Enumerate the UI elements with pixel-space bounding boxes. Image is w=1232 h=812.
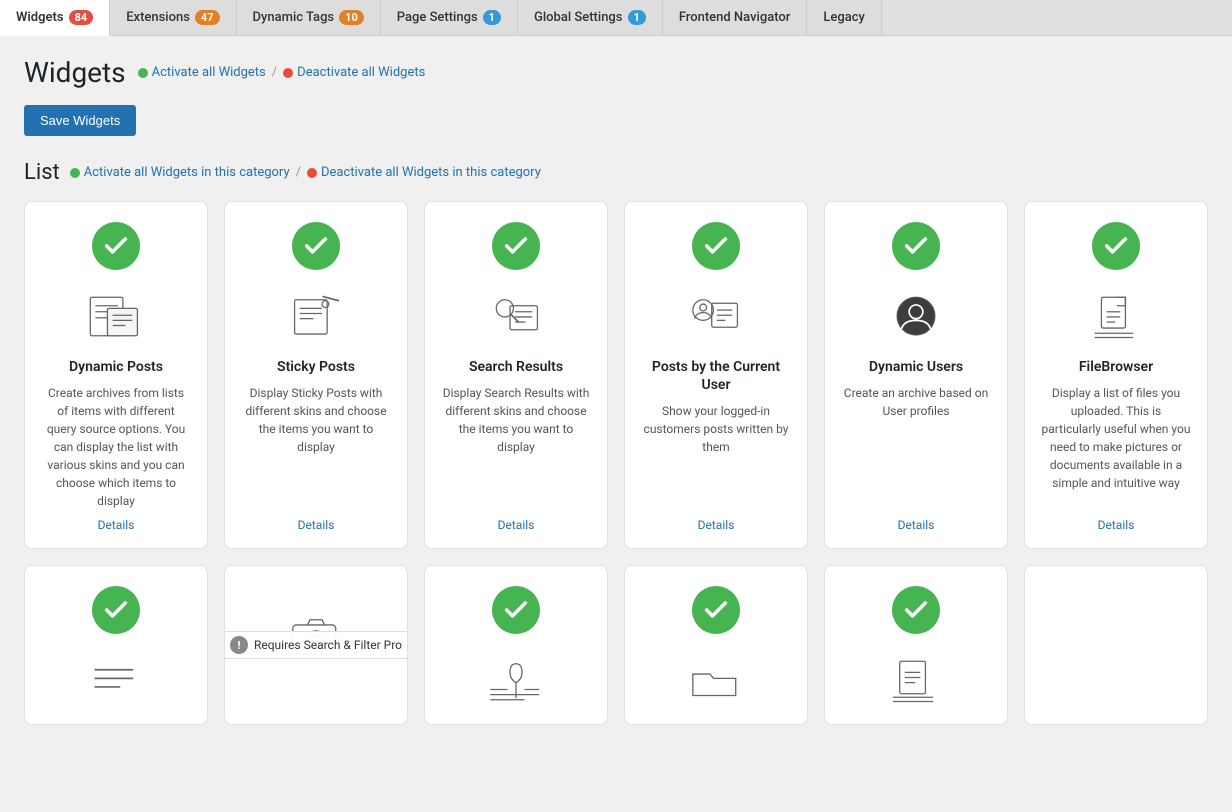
- dynamic-posts-desc: Create archives from lists of items with…: [41, 384, 191, 510]
- sticky-posts-desc: Display Sticky Posts with different skin…: [241, 384, 391, 510]
- pin-widget-icon: [481, 650, 551, 710]
- tab-global-settings[interactable]: Global Settings 1: [518, 0, 663, 35]
- posts-by-current-user-desc: Show your logged-in customers posts writ…: [641, 402, 791, 510]
- widget-card-row2-5: [824, 565, 1008, 725]
- activate-cat-dot-icon: [70, 168, 80, 178]
- dynamic-users-details-link[interactable]: Details: [898, 518, 935, 532]
- widget-grid-row1: Dynamic Posts Create archives from lists…: [24, 201, 1208, 549]
- dynamic-posts-name: Dynamic Posts: [69, 358, 163, 376]
- tab-legacy-label: Legacy: [823, 10, 865, 25]
- activate-dot-icon: [138, 68, 148, 78]
- widget-check-row2-4[interactable]: [692, 586, 740, 634]
- widget-check-sticky-posts[interactable]: [292, 222, 340, 270]
- save-widgets-button[interactable]: Save Widgets: [24, 105, 136, 136]
- widget-card-row2-3: [424, 565, 608, 725]
- widget-card-search-results: Search Results Display Search Results wi…: [424, 201, 608, 549]
- dynamic-posts-details-link[interactable]: Details: [98, 518, 135, 532]
- widget-card-sticky-posts: Sticky Posts Display Sticky Posts with d…: [224, 201, 408, 549]
- sticky-posts-name: Sticky Posts: [277, 358, 355, 376]
- doc-widget-icon: [881, 650, 951, 710]
- widget-grid-row2: ! Requires Search & Filter Pro: [24, 565, 1208, 725]
- filebrowser-desc: Display a list of files you uploaded. Th…: [1041, 384, 1191, 510]
- widget-check-dynamic-users[interactable]: [892, 222, 940, 270]
- widget-check-search-results[interactable]: [492, 222, 540, 270]
- widget-card-row2-1: [24, 565, 208, 725]
- deactivate-dot-icon: [283, 68, 293, 78]
- tabs-bar: Widgets 84 Extensions 47 Dynamic Tags 10…: [0, 0, 1232, 36]
- activate-category-label: Activate all Widgets in this category: [84, 165, 290, 180]
- folder-widget-icon: [681, 650, 751, 710]
- sticky-posts-details-link[interactable]: Details: [298, 518, 335, 532]
- tab-dynamic-tags[interactable]: Dynamic Tags 10: [237, 0, 381, 35]
- activate-all-widgets-link[interactable]: Activate all Widgets: [138, 65, 266, 80]
- list-section-header: List Activate all Widgets in this catego…: [24, 160, 1208, 185]
- deactivate-category-link[interactable]: Deactivate all Widgets in this category: [307, 165, 541, 180]
- list-section-links: Activate all Widgets in this category / …: [70, 165, 541, 180]
- filebrowser-name: FileBrowser: [1079, 358, 1153, 376]
- page-content: Widgets Activate all Widgets / Deactivat…: [0, 36, 1232, 745]
- filebrowser-icon: [1081, 286, 1151, 346]
- widget-card-row2-6: [1024, 565, 1208, 725]
- dynamic-posts-icon: [81, 286, 151, 346]
- tab-page-settings-badge: 1: [483, 10, 501, 25]
- search-results-icon: [481, 286, 551, 346]
- list-widget-icon: [81, 650, 151, 710]
- deactivate-all-label: Deactivate all Widgets: [297, 65, 425, 80]
- tab-frontend-navigator[interactable]: Frontend Navigator: [663, 0, 808, 35]
- posts-by-current-user-details-link[interactable]: Details: [698, 518, 735, 532]
- activate-all-label: Activate all Widgets: [152, 65, 266, 80]
- tab-extensions-badge: 47: [195, 10, 220, 25]
- sticky-posts-icon: [281, 286, 351, 346]
- deactivate-cat-dot-icon: [307, 168, 317, 178]
- widget-card-dynamic-posts: Dynamic Posts Create archives from lists…: [24, 201, 208, 549]
- page-title: Widgets: [24, 56, 126, 89]
- widget-card-dynamic-users: Dynamic Users Create an archive based on…: [824, 201, 1008, 549]
- search-results-name: Search Results: [469, 358, 563, 376]
- widget-check-row2-3[interactable]: [492, 586, 540, 634]
- search-results-desc: Display Search Results with different sk…: [441, 384, 591, 510]
- widget-card-row2-2: ! Requires Search & Filter Pro: [224, 565, 408, 725]
- posts-by-current-user-name: Posts by the Current User: [641, 358, 791, 394]
- tab-global-settings-badge: 1: [628, 10, 646, 25]
- widget-check-row2-1[interactable]: [92, 586, 140, 634]
- tab-page-settings[interactable]: Page Settings 1: [381, 0, 518, 35]
- dynamic-users-name: Dynamic Users: [869, 358, 963, 376]
- tab-widgets-label: Widgets: [16, 10, 64, 25]
- separator: /: [272, 65, 277, 80]
- dynamic-users-desc: Create an archive based on User profiles: [841, 384, 991, 510]
- requires-search-filter-pro-badge: ! Requires Search & Filter Pro: [224, 631, 408, 659]
- tab-widgets-badge: 84: [69, 10, 94, 25]
- page-header: Widgets Activate all Widgets / Deactivat…: [24, 56, 1208, 89]
- tab-extensions-label: Extensions: [126, 10, 190, 25]
- tab-page-settings-label: Page Settings: [397, 10, 478, 25]
- widget-card-row2-4: [624, 565, 808, 725]
- posts-by-current-user-icon: [681, 286, 751, 346]
- header-links: Activate all Widgets / Deactivate all Wi…: [138, 65, 426, 80]
- search-results-details-link[interactable]: Details: [498, 518, 535, 532]
- dynamic-users-icon: [881, 286, 951, 346]
- widget-check-row2-5[interactable]: [892, 586, 940, 634]
- tab-widgets[interactable]: Widgets 84: [0, 0, 110, 36]
- requires-label: Requires Search & Filter Pro: [254, 638, 402, 652]
- list-section-title: List: [24, 160, 60, 185]
- tab-dynamic-tags-label: Dynamic Tags: [253, 10, 335, 25]
- widget-check-posts-by-current-user[interactable]: [692, 222, 740, 270]
- tab-frontend-navigator-label: Frontend Navigator: [679, 10, 791, 25]
- widget-check-dynamic-posts[interactable]: [92, 222, 140, 270]
- tab-global-settings-label: Global Settings: [534, 10, 623, 25]
- requires-info-icon: !: [230, 636, 248, 654]
- tab-extensions[interactable]: Extensions 47: [110, 0, 236, 35]
- filebrowser-details-link[interactable]: Details: [1098, 518, 1135, 532]
- deactivate-category-label: Deactivate all Widgets in this category: [321, 165, 541, 180]
- widget-check-filebrowser[interactable]: [1092, 222, 1140, 270]
- tab-legacy[interactable]: Legacy: [807, 0, 882, 35]
- deactivate-all-widgets-link[interactable]: Deactivate all Widgets: [283, 65, 425, 80]
- activate-category-link[interactable]: Activate all Widgets in this category: [70, 165, 290, 180]
- widget-card-posts-by-current-user: Posts by the Current User Show your logg…: [624, 201, 808, 549]
- widget-card-filebrowser: FileBrowser Display a list of files you …: [1024, 201, 1208, 549]
- cat-separator: /: [296, 165, 301, 180]
- tab-dynamic-tags-badge: 10: [339, 10, 364, 25]
